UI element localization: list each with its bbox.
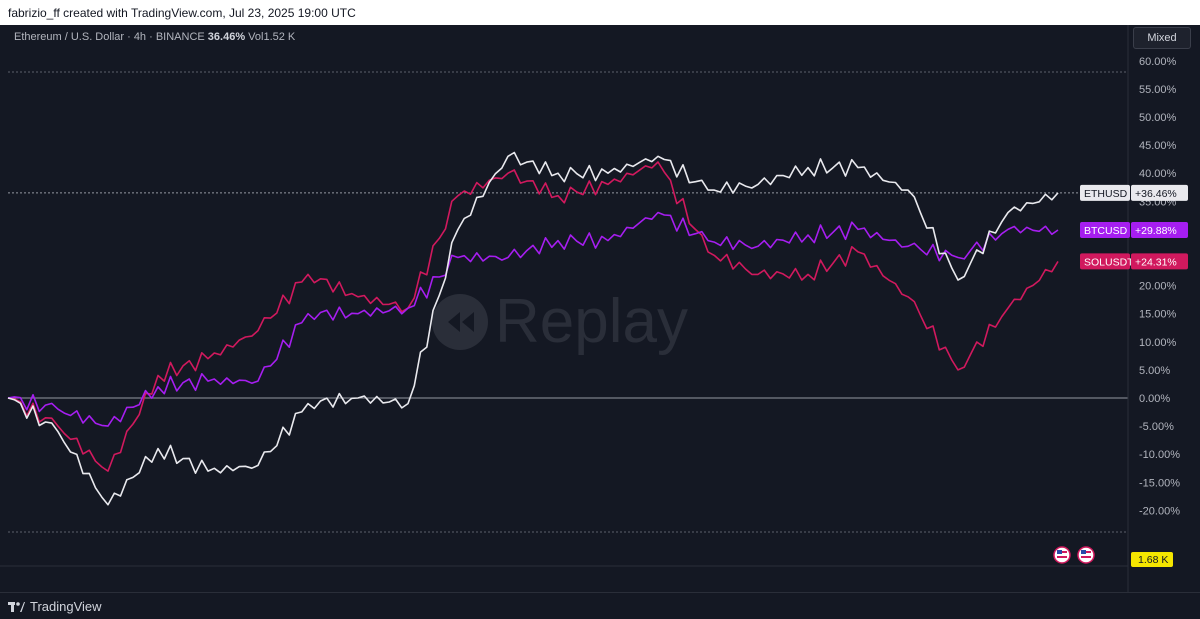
badge-name-btcusd: BTCUSD xyxy=(1084,225,1128,237)
y-tick-label: -15.00% xyxy=(1139,477,1180,489)
scale-mode-button[interactable]: Mixed xyxy=(1133,27,1191,49)
chart-legend: Ethereum / U.S. Dollar · 4h · BINANCE 36… xyxy=(14,31,295,43)
y-tick-label: -20.00% xyxy=(1139,505,1180,517)
footer-bar: TradingView xyxy=(0,592,1200,619)
y-tick-label: 40.00% xyxy=(1139,168,1177,180)
badge-value-ethusd: +36.46% xyxy=(1135,188,1177,200)
legend-value: 36.46% xyxy=(207,31,246,43)
y-tick-label: 55.00% xyxy=(1139,84,1177,96)
brand-text: TradingView xyxy=(30,599,102,614)
y-tick-label: 45.00% xyxy=(1139,140,1177,152)
y-tick-label: 50.00% xyxy=(1139,112,1177,124)
y-tick-label: 0.00% xyxy=(1139,393,1170,405)
y-tick-label: -5.00% xyxy=(1139,421,1174,433)
volume-badge-text: 1.68 K xyxy=(1138,554,1168,566)
badge-name-solusdt: SOLUSDT xyxy=(1084,256,1134,268)
badge-value-btcusd: +29.88% xyxy=(1135,225,1177,237)
y-tick-label: 20.00% xyxy=(1139,281,1177,293)
badge-name-ethusd: ETHUSD xyxy=(1084,188,1128,200)
chart-svg[interactable]: Replay 60.00%55.00%50.00%45.00%40.00%35.… xyxy=(0,25,1200,592)
y-tick-label: 5.00% xyxy=(1139,365,1170,377)
tradingview-logo-icon xyxy=(8,601,25,612)
watermark-text: Replay xyxy=(495,287,688,356)
replay-watermark: Replay xyxy=(432,287,688,356)
us-flag-event-icon[interactable] xyxy=(1053,546,1071,564)
y-tick-label: 60.00% xyxy=(1139,56,1177,68)
us-flag-event-icon[interactable] xyxy=(1077,546,1095,564)
tradingview-brand: TradingView xyxy=(8,599,102,614)
badge-value-solusdt: +24.31% xyxy=(1135,256,1177,268)
legend-symbol: Ethereum / U.S. Dollar · 4h · BINANCE xyxy=(14,31,205,43)
legend-vol-value: 1.52 K xyxy=(263,31,296,43)
y-tick-label: 15.00% xyxy=(1139,309,1177,321)
chart-credit: fabrizio_ff created with TradingView.com… xyxy=(8,6,356,20)
legend-vol-label: Vol xyxy=(248,31,264,43)
y-tick-label: -10.00% xyxy=(1139,449,1180,461)
y-tick-label: 10.00% xyxy=(1139,337,1177,349)
